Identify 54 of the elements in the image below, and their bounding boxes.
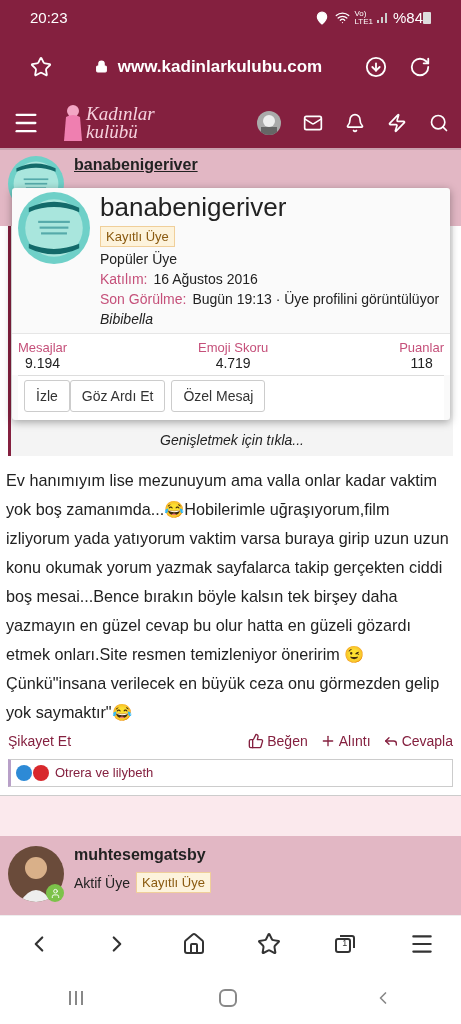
thumbs-up-icon xyxy=(248,732,265,749)
bookmarks-star-icon[interactable] xyxy=(257,931,282,956)
reload-icon[interactable] xyxy=(409,55,431,78)
stat-value: 118 xyxy=(410,355,433,371)
stat-label: Puanlar xyxy=(399,340,444,355)
recent-apps-icon[interactable] xyxy=(67,989,84,1006)
post-action-link[interactable]: Cevapla xyxy=(382,732,453,749)
expand-link[interactable]: Genişletmek için tıkla... xyxy=(160,431,304,448)
signal-icon xyxy=(376,12,387,23)
network-label: LTE1 xyxy=(354,17,373,26)
wifi-icon xyxy=(335,10,351,25)
member-action-button[interactable]: Göz Ardı Et xyxy=(69,380,166,412)
post-text: Ev hanımıyım lise mezunuyum ama valla onlar kadar vaktim yok boş zamanımda...😂Hobilerimle uğraşıyorum,film izliyorum yada yatıyorum vaktim varsa buraya girip uzun uzun konu okumak yorum yazmak sayfalarca takip gerçekten ciddi boş mesai...Bence bırakın böyle kalsın tek birşey daha yazmayın en güzel cevap bu olur hatta en güzeli gözardı etmek onları.Site resmen temizleniyor öneririm 😉 Çünkü"insana verilecek en büyük ceza onu görmezden gelip yok saymaktır"😂 xyxy=(5,469,450,723)
battery-icon xyxy=(423,11,431,24)
last-seen-label: Son Görülme: xyxy=(100,291,187,307)
reaction-icons xyxy=(15,763,51,782)
member-action-button[interactable]: İzle xyxy=(24,380,70,412)
stat-label: Emoji Skoru xyxy=(198,340,269,355)
member-name: banabenigeriver xyxy=(100,192,288,222)
last-seen-text: Bugün 19:13 · Üye profilini görüntülüyor xyxy=(192,291,440,307)
download-icon[interactable] xyxy=(365,55,387,78)
reactions-bar[interactable]: Otrera ve lilybeth xyxy=(8,758,453,787)
clock: 20:23 xyxy=(30,9,68,26)
search-icon[interactable] xyxy=(429,113,449,133)
post-action-link[interactable]: Alıntı xyxy=(319,732,371,749)
network-label: Vo) xyxy=(354,9,367,18)
member-badge: Kayıtlı Üye xyxy=(136,872,211,894)
report-link[interactable]: Şikayet Et xyxy=(8,732,72,749)
lightning-icon[interactable] xyxy=(387,113,407,133)
joined-date: 16 Ağustos 2016 xyxy=(153,271,258,287)
viewed-member-link[interactable]: Bibibella xyxy=(100,311,440,327)
reaction-users: Otrera ve lilybeth xyxy=(55,765,154,781)
logo-figure-icon xyxy=(62,103,84,143)
tabs-button[interactable]: 1 xyxy=(329,927,362,960)
joined-label: Katılım: xyxy=(100,271,148,287)
lock-icon xyxy=(94,60,108,73)
member-title: Aktif Üye xyxy=(74,874,130,891)
home-icon[interactable] xyxy=(181,931,206,956)
bell-icon[interactable] xyxy=(345,113,365,133)
mail-icon[interactable] xyxy=(303,113,323,133)
post-action-link[interactable]: Beğen xyxy=(248,732,308,749)
stat-value: 9.194 xyxy=(25,355,61,371)
stat-label: Mesajlar xyxy=(18,340,68,355)
tab-count: 1 xyxy=(342,937,348,948)
stat-value: 4.719 xyxy=(215,355,251,371)
url-text[interactable]: www.kadinlarkulubu.com xyxy=(117,56,323,77)
battery-level: %84 xyxy=(392,9,423,26)
member-badge: Kayıtlı Üye xyxy=(100,226,175,247)
location-icon xyxy=(315,10,330,25)
site-logo[interactable]: Kadınlar kulübü xyxy=(86,105,155,141)
member-title: Popüler Üye xyxy=(100,251,179,267)
author-name[interactable]: muhtesemgatsby xyxy=(74,846,211,865)
bookmark-star-icon[interactable] xyxy=(30,55,52,78)
message-button[interactable]: Özel Mesaj xyxy=(171,380,266,412)
